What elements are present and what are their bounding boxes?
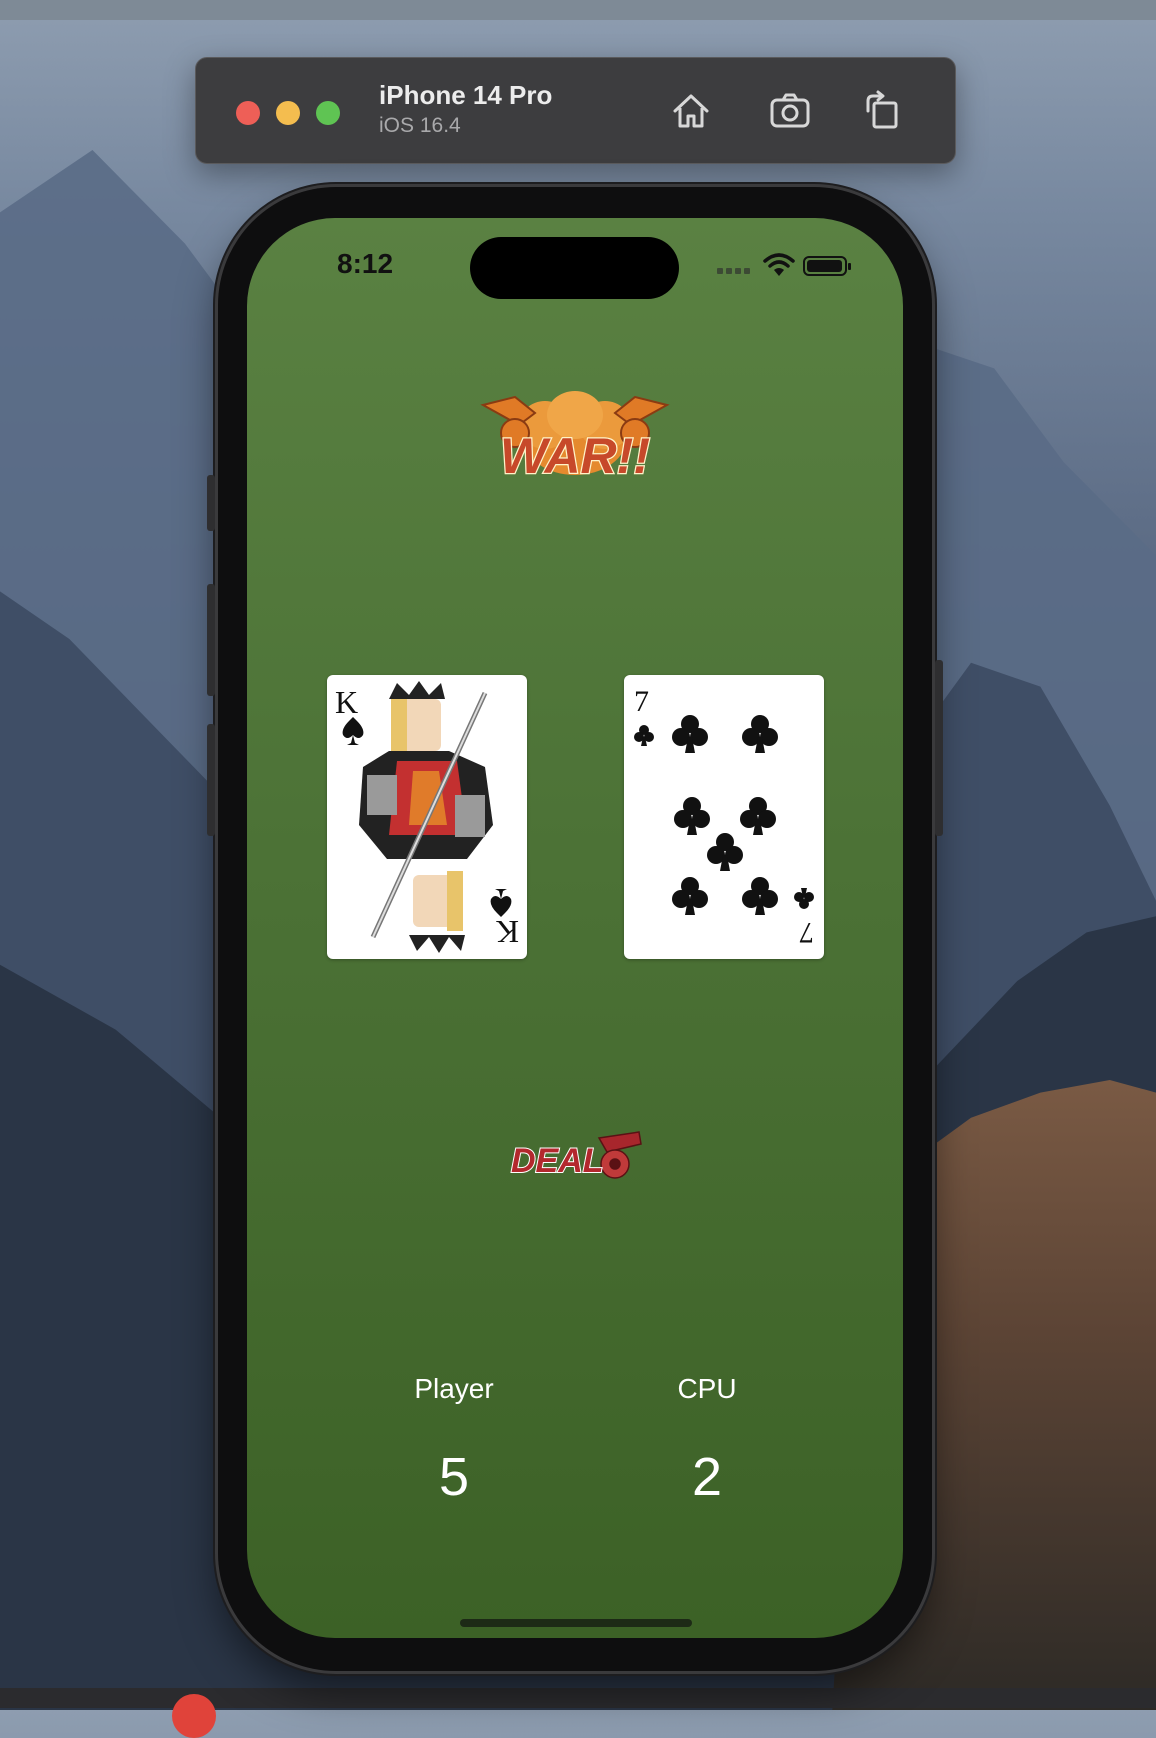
war-logo: WAR!! — [475, 385, 675, 495]
war-logo-art: WAR!! — [480, 391, 670, 485]
app-screen: 8:12 WAR!! K K 7 7 DEAL Player CPU 5 2 — [247, 218, 903, 1638]
king-of-spades: K K — [335, 681, 519, 953]
power-button[interactable] — [935, 660, 943, 836]
cpu-card: 7 7 — [624, 675, 824, 959]
player-card-rank-bottom: K — [496, 914, 519, 950]
spade-pip-bottom — [490, 889, 512, 917]
volume-down-button[interactable] — [207, 724, 215, 836]
dynamic-island — [470, 237, 679, 299]
home-indicator[interactable] — [460, 1619, 692, 1627]
rotate-icon — [866, 90, 898, 129]
player-card: K K — [327, 675, 527, 959]
volume-up-button[interactable] — [207, 584, 215, 696]
device-name: iPhone 14 Pro — [379, 80, 553, 110]
close-window-button[interactable] — [236, 101, 260, 125]
seven-of-clubs: 7 7 — [634, 685, 814, 949]
player-score-label: Player — [414, 1373, 494, 1404]
cpu-score-label: CPU — [677, 1373, 737, 1404]
battery-icon — [803, 256, 851, 276]
dock-strip — [0, 1688, 1156, 1708]
cpu-score-value: 2 — [691, 1447, 723, 1507]
dock-app-icon[interactable] — [172, 1694, 216, 1738]
screenshot-icon — [770, 93, 810, 128]
desktop-top-strip — [0, 0, 1156, 20]
wifi-icon — [763, 253, 795, 276]
screenshot-button[interactable] — [765, 88, 815, 134]
action-button[interactable] — [207, 475, 215, 531]
simulator-toolbar: iPhone 14 Pro iOS 16.4 — [195, 57, 956, 164]
deal-button-label: DEAL — [511, 1142, 604, 1180]
rotate-button[interactable] — [857, 88, 907, 134]
home-icon — [673, 94, 709, 128]
device-os-version: iOS 16.4 — [379, 114, 461, 137]
cpu-card-rank-bottom: 7 — [799, 916, 814, 949]
cpu-card-rank-top: 7 — [634, 685, 649, 718]
minimize-window-button[interactable] — [276, 101, 300, 125]
war-logo-text: WAR!! — [500, 428, 650, 484]
player-card-rank-top: K — [335, 684, 358, 720]
home-button[interactable] — [666, 88, 716, 134]
cellular-signal-icon — [717, 268, 751, 274]
status-time: 8:12 — [337, 248, 394, 279]
deal-button[interactable]: DEAL — [507, 1130, 645, 1182]
deal-button-art: DEAL — [510, 1131, 642, 1181]
player-score-value: 5 — [438, 1447, 470, 1507]
zoom-window-button[interactable] — [316, 101, 340, 125]
spade-pip-top — [342, 717, 364, 745]
